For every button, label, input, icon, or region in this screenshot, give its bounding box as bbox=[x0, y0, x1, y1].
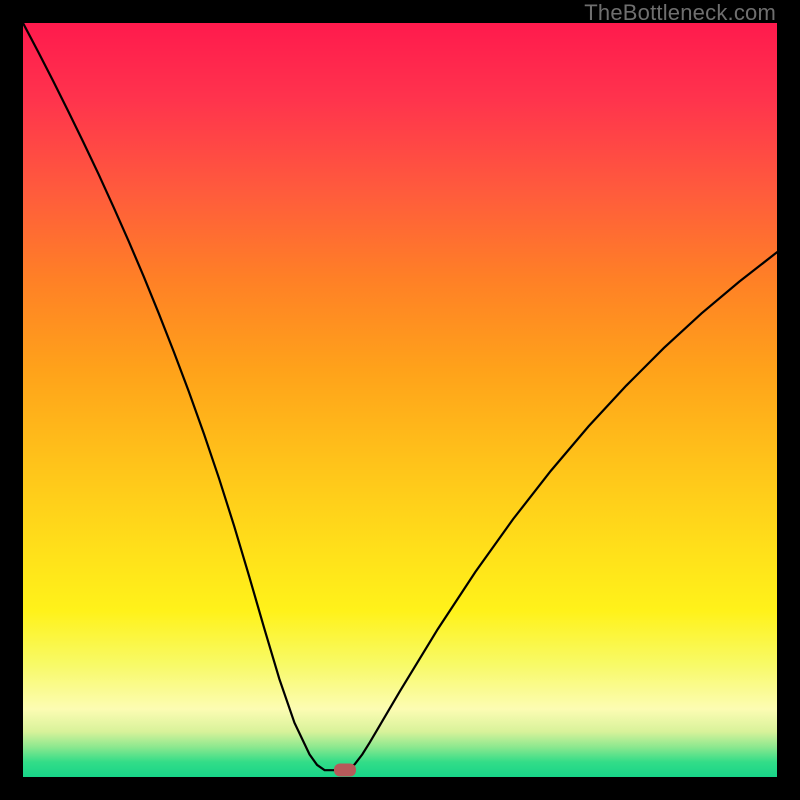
optimum-marker bbox=[334, 764, 356, 777]
plot-area bbox=[23, 23, 777, 777]
chart-frame: TheBottleneck.com bbox=[0, 0, 800, 800]
bottleneck-curve bbox=[23, 23, 777, 777]
